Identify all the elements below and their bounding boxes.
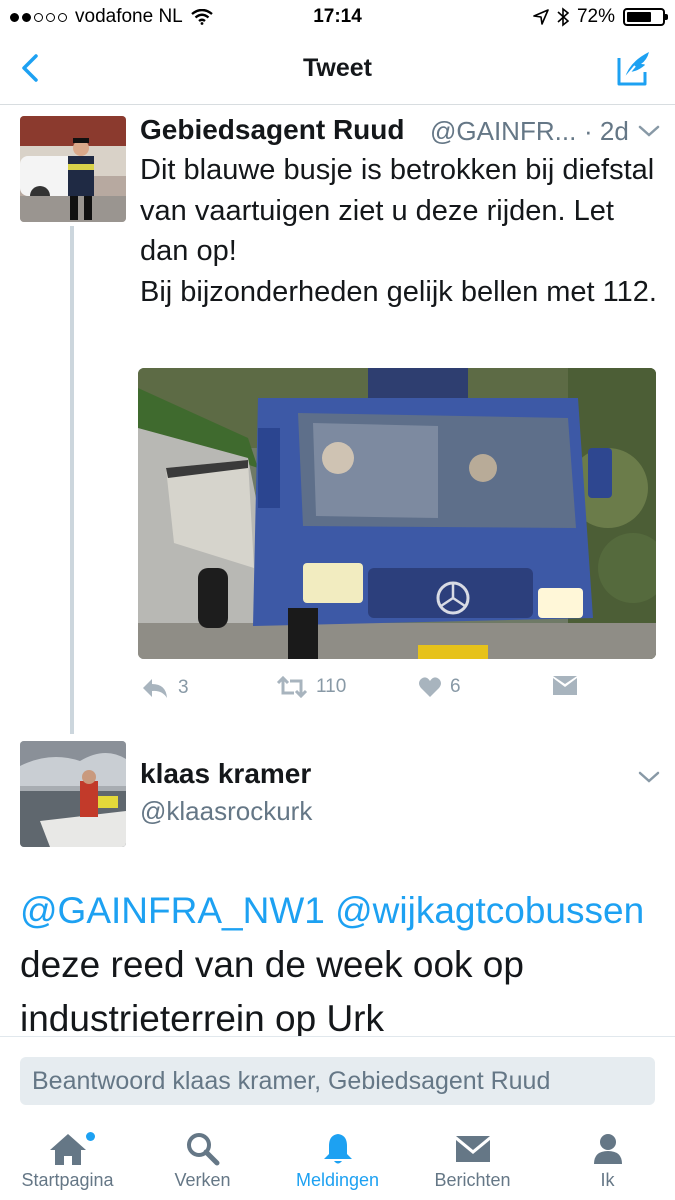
direct-message-button[interactable] <box>552 676 578 696</box>
avatar-klaas-kramer[interactable] <box>20 741 126 847</box>
mention-gainfra[interactable]: @GAINFRA_NW1 <box>20 890 325 931</box>
tweet-options-chevron-icon[interactable] <box>638 124 660 138</box>
reply-composer: Beantwoord klaas kramer, Gebiedsagent Ru… <box>0 1036 675 1119</box>
reply-input[interactable]: Beantwoord klaas kramer, Gebiedsagent Ru… <box>20 1057 655 1105</box>
reply-text: @GAINFRA_NW1 @wijkagtcobussen deze reed … <box>20 884 660 1046</box>
avatar-photo <box>20 741 126 847</box>
tab-startpagina[interactable]: Startpagina <box>0 1118 135 1200</box>
avatar-gebiedsagent[interactable] <box>20 116 126 222</box>
tab-label: Ik <box>600 1170 615 1190</box>
reply-author-handle[interactable]: @klaasrockurk <box>140 796 312 827</box>
bluetooth-icon <box>557 7 569 27</box>
tab-berichten[interactable]: Berichten <box>405 1118 540 1200</box>
tweet-text: Dit blauwe busje is betrokken bij diefst… <box>140 154 657 308</box>
tab-label: Meldingen <box>295 1170 380 1190</box>
like-button[interactable]: 6 <box>418 676 461 698</box>
bell-icon <box>323 1134 352 1164</box>
envelope-icon <box>455 1136 490 1162</box>
page-title: Tweet <box>303 54 372 82</box>
reply-options-chevron-icon[interactable] <box>638 770 660 784</box>
tab-label: Verken <box>174 1170 231 1190</box>
blue-van-photo <box>138 368 656 659</box>
navigation-bar: Tweet <box>0 34 675 105</box>
tab-verken[interactable]: Verken <box>135 1118 270 1200</box>
reply-count: 3 <box>178 677 189 698</box>
retweet-icon <box>276 676 308 698</box>
like-count: 6 <box>450 676 461 697</box>
tab-label: Startpagina <box>21 1170 114 1190</box>
reply-body: deze reed van de week ook op industriete… <box>20 944 524 1039</box>
envelope-icon <box>553 676 577 695</box>
tweet-author-name[interactable]: Gebiedsagent Ruud <box>140 114 404 146</box>
tab-ik[interactable]: Ik <box>540 1118 675 1200</box>
tweet-media-image[interactable] <box>138 368 656 659</box>
reply-arrow-icon <box>143 679 167 698</box>
new-content-indicator <box>86 1132 95 1141</box>
tab-bar: Startpagina Verken Meldingen Berichten I… <box>0 1118 675 1200</box>
battery-level <box>627 12 651 22</box>
avatar-photo <box>20 116 126 222</box>
status-bar: vodafone NL 17:14 72% <box>0 0 675 34</box>
reply-button[interactable]: 3 <box>140 676 189 700</box>
retweet-count: 110 <box>316 676 347 697</box>
tweet-actions: 3 110 6 <box>140 676 660 708</box>
tab-label: Berichten <box>434 1170 511 1190</box>
person-icon <box>593 1134 622 1164</box>
compose-quill-icon[interactable] <box>615 48 655 88</box>
thread-connector-line <box>70 226 74 734</box>
home-icon <box>49 1134 86 1165</box>
heart-icon <box>419 677 441 697</box>
retweet-button[interactable]: 110 <box>276 676 346 698</box>
tweet-author-handle[interactable]: @GAINFR... <box>430 116 576 147</box>
mention-wijkagtcobussen[interactable]: @wijkagtcobussen <box>335 890 644 931</box>
battery-icon <box>623 8 668 26</box>
tab-meldingen[interactable]: Meldingen <box>270 1118 405 1200</box>
reply-author-name[interactable]: klaas kramer <box>140 758 311 790</box>
battery-percentage: 72% <box>576 6 615 27</box>
search-icon <box>186 1133 219 1166</box>
tweet-timestamp: · 2d <box>584 116 629 146</box>
location-arrow-icon <box>533 9 549 25</box>
